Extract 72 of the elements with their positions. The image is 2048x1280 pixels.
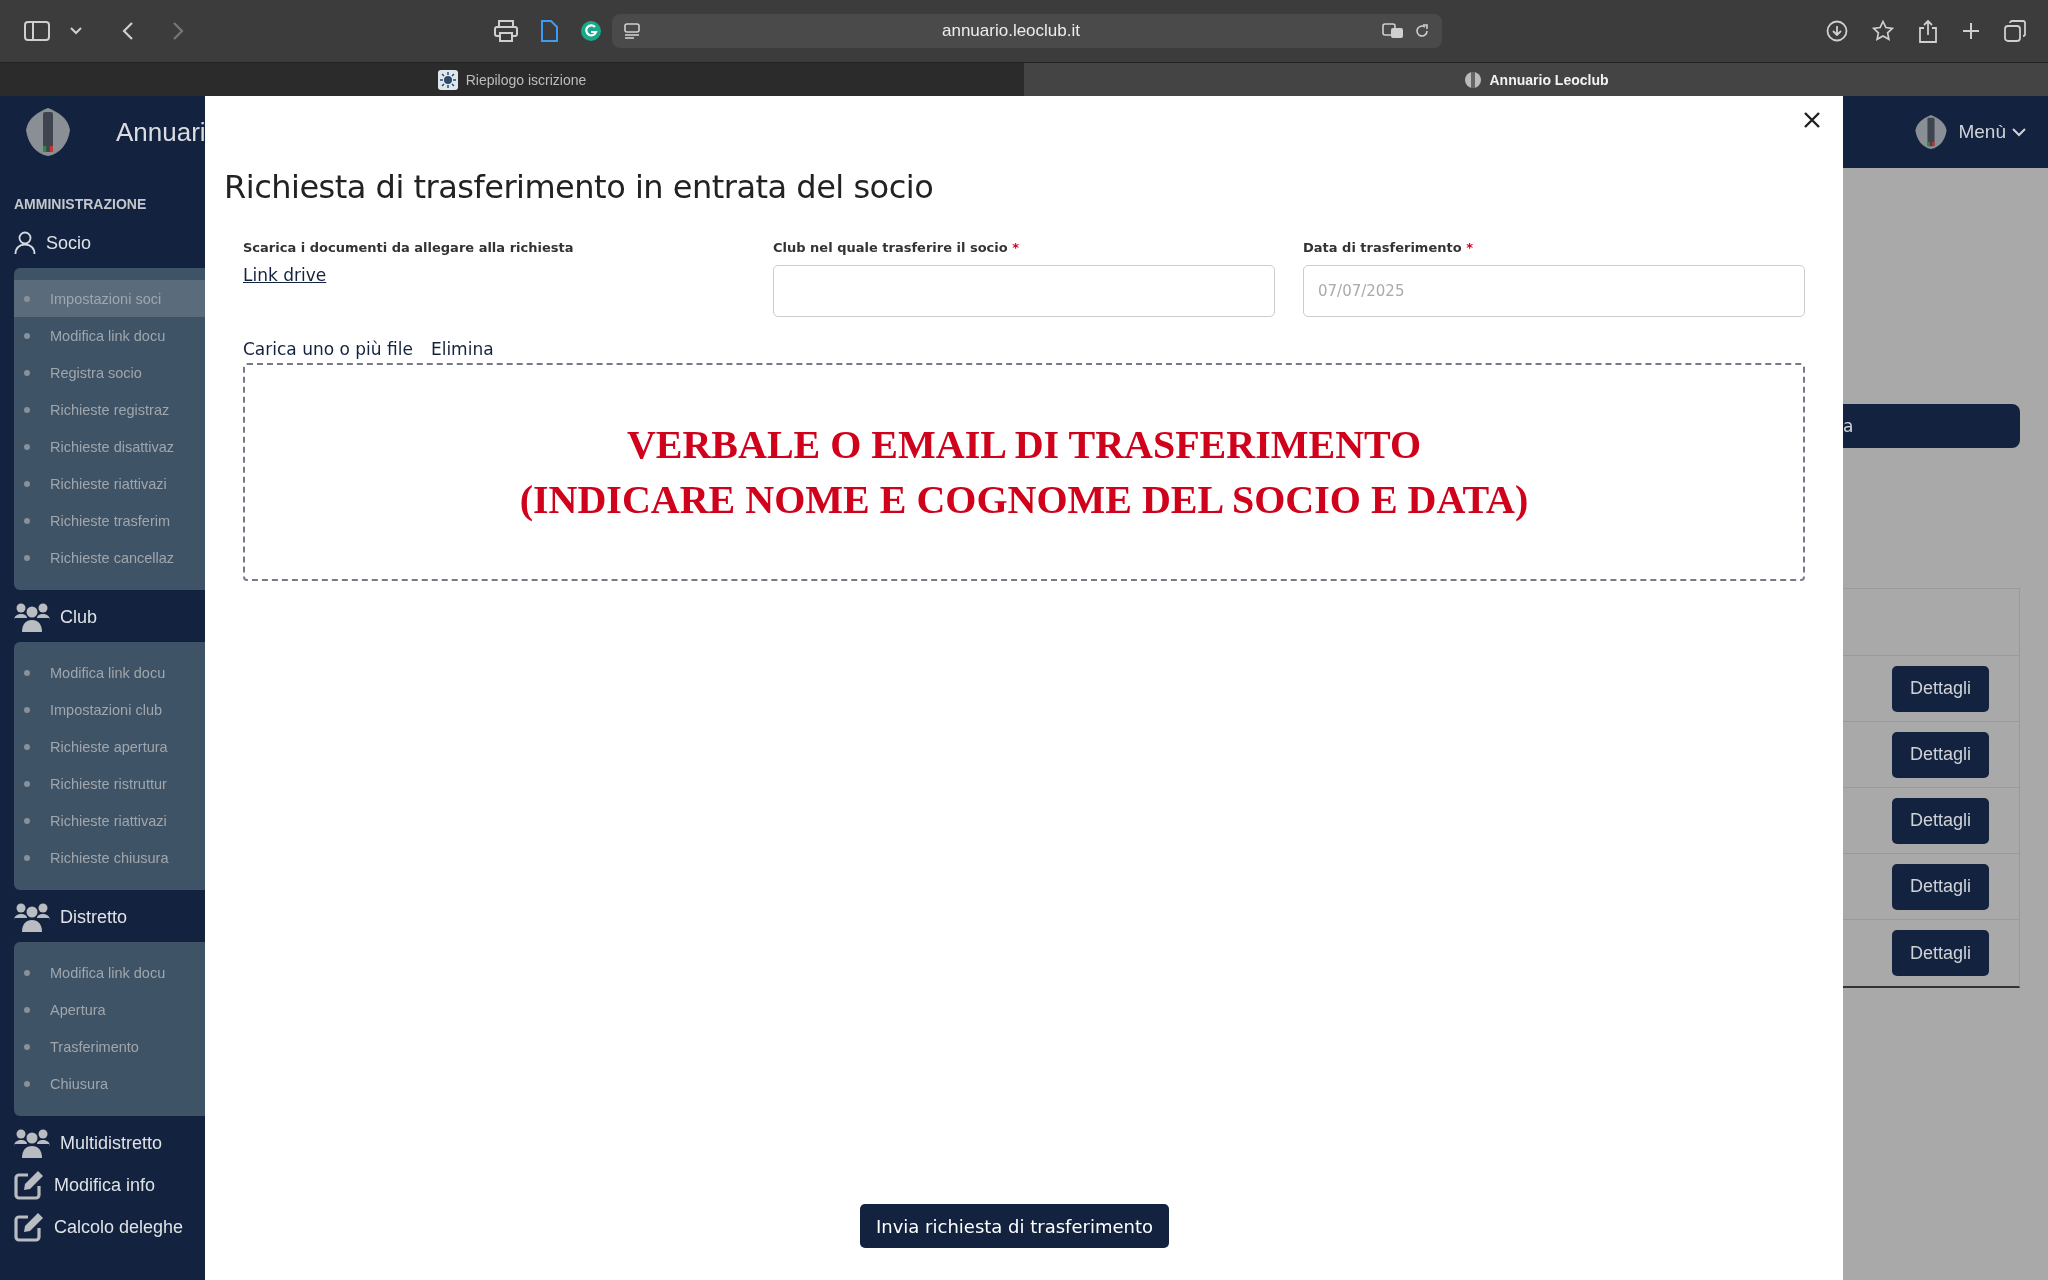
bullet-icon xyxy=(24,1080,30,1087)
people-icon xyxy=(14,902,50,932)
details-button[interactable]: Dettagli xyxy=(1892,665,1989,712)
sun-logo-icon xyxy=(437,69,458,90)
section-heading: AMMINISTRAZIONE xyxy=(14,196,148,212)
chevron-down-icon[interactable] xyxy=(70,27,82,35)
details-button[interactable]: Dettagli xyxy=(1892,731,1989,778)
close-icon[interactable] xyxy=(1803,111,1821,129)
translate-icon[interactable] xyxy=(1382,23,1404,39)
bullet-icon xyxy=(24,332,30,339)
bullet-icon xyxy=(24,1006,30,1013)
bullet-icon xyxy=(24,443,30,450)
app-title: Annuari xyxy=(116,116,206,148)
details-button[interactable]: Dettagli xyxy=(1892,863,1989,910)
submit-button[interactable]: Invia richiesta di trasferimento xyxy=(860,1204,1169,1248)
chevron-down-icon xyxy=(2012,127,2026,137)
modal-title: Richiesta di trasferimento in entrata del socio xyxy=(224,168,935,206)
back-icon[interactable] xyxy=(122,21,134,41)
field-label: Club nel quale trasferire il socio * xyxy=(773,240,1021,255)
bullet-icon xyxy=(24,669,30,676)
browser-tab[interactable]: Annuario Leoclub xyxy=(1024,62,2048,96)
people-icon xyxy=(14,602,50,632)
reload-icon[interactable] xyxy=(1414,23,1430,39)
field-label: Scarica i documenti da allegare alla richiesta xyxy=(243,240,575,255)
menu-button[interactable]: Menù xyxy=(1958,121,2026,143)
sidebar-group[interactable]: Distretto xyxy=(14,896,205,938)
sidebar-group[interactable]: Modifica info xyxy=(14,1164,205,1206)
bullet-icon xyxy=(24,480,30,487)
g-circle-icon[interactable] xyxy=(580,20,602,42)
star-icon[interactable] xyxy=(1872,20,1894,42)
action-bar[interactable]: a xyxy=(1843,404,2020,448)
field-label: Data di trasferimento * xyxy=(1303,240,1474,255)
dropzone[interactable]: VERBALE O EMAIL DI TRASFERIMENTO (INDICARE NOME E COGNOME DEL SOCIO E DATA) xyxy=(243,363,1805,581)
forward-icon[interactable] xyxy=(172,21,184,41)
person-icon xyxy=(14,231,36,255)
bullet-icon xyxy=(24,554,30,561)
share-icon[interactable] xyxy=(1918,19,1938,43)
people-icon xyxy=(14,1128,50,1158)
sidebar-group[interactable]: Calcolo deleghe xyxy=(14,1206,205,1248)
sidebar-group[interactable]: Socio xyxy=(14,222,205,264)
download-icon[interactable] xyxy=(1826,20,1848,42)
sidebar-group[interactable]: Multidistretto xyxy=(14,1122,205,1164)
bullet-icon xyxy=(24,969,30,976)
details-button[interactable]: Dettagli xyxy=(1892,930,1989,976)
bullet-icon xyxy=(24,780,30,787)
tabs-overview-icon[interactable] xyxy=(2004,20,2026,42)
bullet-icon xyxy=(24,743,30,750)
sidebar-group[interactable]: Club xyxy=(14,596,205,638)
sidebar-toggle-icon[interactable] xyxy=(24,21,50,41)
edit-icon xyxy=(14,1212,44,1242)
bullet-icon xyxy=(24,406,30,413)
club-input-field[interactable] xyxy=(773,265,1275,317)
bullet-icon xyxy=(24,517,30,524)
edit-icon xyxy=(14,1170,44,1200)
reader-icon[interactable] xyxy=(624,23,640,39)
document-icon[interactable] xyxy=(540,20,558,42)
dropzone-text: (INDICARE NOME E COGNOME DEL SOCIO E DATA) xyxy=(519,476,1529,523)
url-text: annuario.leoclub.it xyxy=(941,21,1081,41)
bullet-icon xyxy=(24,706,30,713)
bullet-icon xyxy=(24,1043,30,1050)
bullet-icon xyxy=(24,854,30,861)
address-bar[interactable]: annuario.leoclub.it xyxy=(612,14,1442,48)
bullet-icon xyxy=(24,295,30,302)
bullet-icon xyxy=(24,369,30,376)
dropzone-text: VERBALE O EMAIL DI TRASFERIMENTO xyxy=(626,421,1422,468)
upload-link[interactable]: Carica uno o più file xyxy=(243,339,413,359)
details-button[interactable]: Dettagli xyxy=(1892,797,1989,844)
drive-link[interactable]: Link drive xyxy=(243,265,327,285)
delete-link[interactable]: Elimina xyxy=(430,339,494,359)
plus-icon[interactable] xyxy=(1962,22,1980,40)
printer-icon[interactable] xyxy=(494,20,518,42)
bullet-icon xyxy=(24,817,30,824)
